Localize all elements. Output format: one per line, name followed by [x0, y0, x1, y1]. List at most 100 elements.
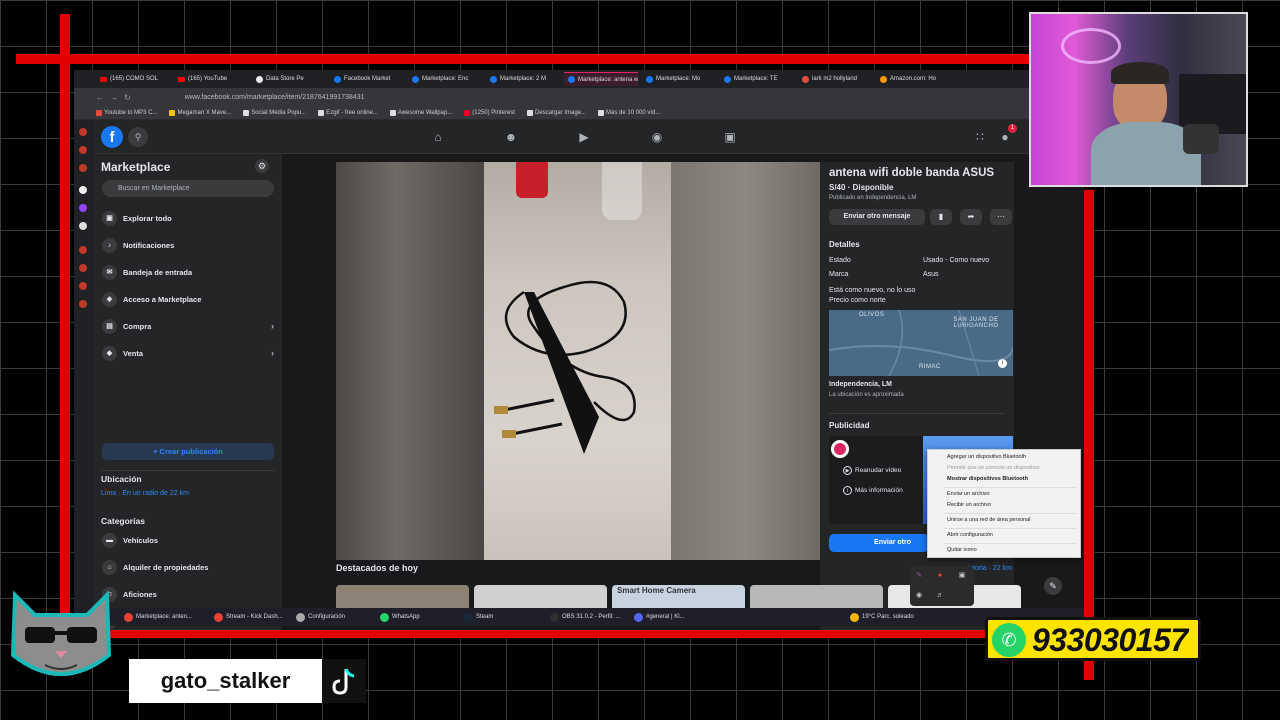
home-icon[interactable]: ⌂	[430, 129, 446, 145]
ring-light	[1061, 28, 1121, 64]
listing-photo[interactable]	[336, 162, 820, 560]
menu-item[interactable]: Quitar icono	[947, 547, 977, 553]
bookmark-item[interactable]: Social Media Popu...	[243, 109, 306, 116]
x-icon[interactable]	[79, 222, 87, 230]
friends-icon[interactable]: ☻	[503, 129, 519, 145]
gear-icon[interactable]: ⚙	[255, 159, 269, 173]
url-text[interactable]: www.facebook.com/marketplace/item/218764…	[185, 94, 365, 101]
browser-tab-label: Amazon.com: Ho	[890, 76, 937, 82]
facebook-logo-icon[interactable]: f	[101, 126, 123, 148]
extension-icon[interactable]	[79, 264, 87, 272]
menu-divider	[943, 487, 1077, 488]
bookmark-label: Youtube to MP3 C...	[104, 109, 158, 116]
browser-tab[interactable]: (165) COMO SOL	[96, 72, 170, 86]
sidebar-item[interactable]: ♪ Notificaciones	[102, 235, 274, 255]
category-item[interactable]: ▬ Vehículos	[102, 530, 274, 550]
network-icon[interactable]: ◉	[915, 592, 923, 600]
extension-icon[interactable]	[79, 246, 87, 254]
bookmark-item[interactable]: Youtube to MP3 C...	[96, 109, 158, 116]
send-message-button[interactable]: Enviar otro mensaje	[829, 209, 925, 225]
volume-icon[interactable]: ♬	[936, 592, 944, 600]
gaming-icon[interactable]: ▣	[722, 129, 738, 145]
forward-icon[interactable]: →	[110, 93, 118, 102]
gamepad-icon[interactable]: ▣	[958, 572, 966, 580]
twitch-icon[interactable]	[79, 204, 87, 212]
menu-item[interactable]: Recibir un archivo	[947, 502, 991, 508]
bluetooth-context-menu: Agregar un dispositivo Bluetooth Permiti…	[927, 449, 1081, 558]
webcam-feed	[1029, 12, 1248, 187]
browser-tab[interactable]: Marketplace: antena wif	[564, 72, 638, 86]
taskbar-item[interactable]: #general | Kl...	[634, 608, 685, 626]
sidebar-item[interactable]: ◈ Acceso a Marketplace	[102, 289, 274, 309]
category-item[interactable]: ♫ Aficiones	[102, 584, 274, 604]
share-icon[interactable]: ➦	[960, 209, 982, 225]
menu-item[interactable]: Unirse a una red de área personal	[947, 517, 1030, 523]
taskbar-item[interactable]: Stream - Kick Dash...	[214, 608, 283, 626]
more-options-icon[interactable]: ⋯	[990, 209, 1012, 225]
marketplace-search-input[interactable]: Buscar en Marketplace	[102, 180, 274, 197]
sidebar-item-label: Notificaciones	[123, 240, 175, 250]
replay-button[interactable]: ▶ Reanudar vídeo	[843, 466, 901, 475]
extension-icon[interactable]	[79, 282, 87, 290]
menu-item[interactable]: Mostrar dispositivos Bluetooth	[947, 476, 1028, 482]
menu-item[interactable]: Abrir configuración	[947, 532, 993, 538]
marketplace-icon[interactable]: ◉	[649, 129, 665, 145]
info-icon[interactable]: i	[998, 359, 1007, 368]
tray-app-icon[interactable]: ●	[936, 572, 944, 580]
browser-tab[interactable]: Marketplace: Mo	[642, 72, 716, 86]
taskbar-item[interactable]: Steam	[464, 608, 493, 626]
search-icon[interactable]: ⚲	[128, 127, 148, 147]
browser-tab[interactable]: Marketplace: TE	[720, 72, 794, 86]
send-another-button[interactable]: Enviar otro	[829, 534, 929, 552]
bookmark-item[interactable]: Ezgif - free online...	[318, 109, 378, 116]
chevron-right-icon: ›	[271, 321, 274, 331]
category-item[interactable]: ⌂ Alquiler de propiedades	[102, 557, 274, 577]
sidebar-item[interactable]: ◆ Venta ›	[102, 343, 274, 363]
location-radius-link[interactable]: Lima · En un radio de 22 km	[101, 490, 189, 497]
address-bar[interactable]: ← → ↻ www.facebook.com/marketplace/item/…	[74, 88, 1084, 106]
taskbar-item[interactable]: OBS 31.0.2 - Perfil: ...	[550, 608, 620, 626]
taskbar-item[interactable]: Marketplace: anten...	[124, 608, 192, 626]
send-message-label: Enviar otro mensaje	[843, 213, 911, 220]
bookmark-icon[interactable]: ▮	[930, 209, 952, 225]
extension-icon[interactable]	[79, 128, 87, 136]
location-map[interactable]: OLIVOS SAN JUAN DE LURIGANCHO RIMAC i	[829, 310, 1013, 376]
reload-icon[interactable]: ↻	[124, 93, 131, 102]
bookmark-icon	[526, 109, 533, 116]
browser-tab[interactable]: Marketplace: Enc	[408, 72, 482, 86]
weather-widget[interactable]: 19°C Parc. soleado	[850, 608, 914, 626]
bookmark-item[interactable]: (1250) Pinterest	[464, 109, 515, 116]
sidebar-item[interactable]: ✉ Bandeja de entrada	[102, 262, 274, 282]
extension-icon[interactable]	[79, 300, 87, 308]
nearby-location-link[interactable]: ictoria · 22 km	[968, 565, 1012, 572]
bookmark-item[interactable]: Más de 10 000 víd...	[598, 109, 660, 116]
back-icon[interactable]: ←	[96, 93, 104, 102]
create-listing-button[interactable]: + Crear publicación	[102, 443, 274, 460]
menu-item[interactable]: Agregar un dispositivo Bluetooth	[947, 454, 1026, 460]
browser-tab[interactable]: lark m2 hollyland	[798, 72, 872, 86]
browser-tab[interactable]: Amazon.com: Ho	[876, 72, 950, 86]
category-label: Alquiler de propiedades	[123, 562, 209, 572]
bookmark-item[interactable]: Awesome Wallpap...	[389, 109, 452, 116]
sidebar-item[interactable]: ▣ Explorar todo	[102, 208, 274, 228]
browser-tab[interactable]: Facebook Market	[330, 72, 404, 86]
browser-tab[interactable]: Marketplace: 2 M	[486, 72, 560, 86]
new-message-icon[interactable]: ✎	[1044, 577, 1062, 595]
taskbar-item[interactable]: WhatsApp	[380, 608, 420, 626]
extension-icon[interactable]	[79, 146, 87, 154]
tiktok-icon[interactable]	[79, 186, 87, 194]
pen-icon[interactable]: ✎	[915, 572, 923, 580]
browser-tab[interactable]: Data Store Pe	[252, 72, 326, 86]
menu-grid-icon[interactable]: ∷	[972, 129, 988, 145]
bookmark-item[interactable]: Descargar Image...	[526, 109, 586, 116]
menu-item[interactable]: Enviar un archivo	[947, 491, 990, 497]
video-icon[interactable]: ▶	[576, 129, 592, 145]
detail-value: Asus	[923, 271, 939, 278]
sidebar-item[interactable]: ▤ Compra ›	[102, 316, 274, 336]
more-info-button[interactable]: i Más información	[843, 486, 903, 495]
taskbar-item[interactable]: Configuración	[296, 608, 345, 626]
browser-tab[interactable]: (165) YouTube	[174, 72, 248, 86]
browser-tab-label: (165) YouTube	[188, 76, 228, 82]
bookmark-item[interactable]: Megaman X Mave...	[169, 109, 231, 116]
extension-icon[interactable]	[79, 164, 87, 172]
